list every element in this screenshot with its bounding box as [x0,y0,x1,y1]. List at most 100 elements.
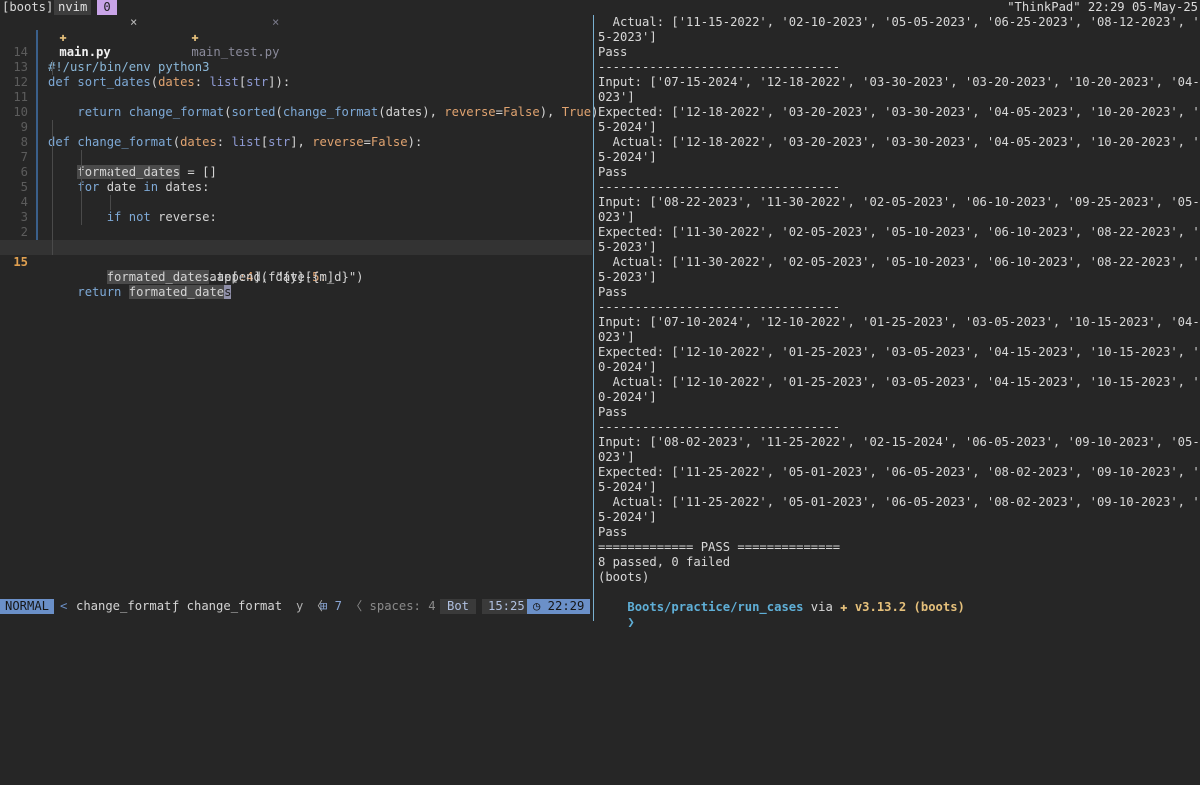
code-line[interactable]: 1 [0,225,592,254]
mode-indicator: NORMAL [0,599,55,614]
code-text: return formated_dates [77,285,232,299]
indent-guide [52,150,53,165]
terminal-output-line: 0-2024'] [598,360,657,374]
code-line[interactable]: 7 for date in dates: [0,135,592,194]
tab-main-py[interactable]: ✚ main.py × [30,15,152,59]
terminal-output-line: --------------------------------- [598,300,841,314]
code-line-current[interactable]: 15 return formated_dates [0,240,592,299]
breadcrumb-symbol[interactable]: ƒ change_format [172,599,282,614]
tmux-window-number[interactable]: 0 [97,0,117,15]
terminal-output-line: Expected: ['11-30-2022', '02-05-2023', '… [598,225,1200,239]
terminal-output-line: Actual: ['12-18-2022', '03-20-2023', '03… [598,135,1200,149]
breadcrumb-function[interactable]: change_format [76,599,171,614]
close-icon[interactable]: × [130,15,137,30]
indent-guide [52,180,53,195]
code-line[interactable]: 6 if not reverse: [0,150,592,224]
indent-setting: 〈 spaces: 4 [350,599,436,613]
code-line[interactable]: 10 [0,90,592,119]
tmux-window-tab[interactable]: nvim [54,0,92,15]
symbol-indicator: y 〈 [296,599,323,613]
terminal-output-line: Pass [598,285,628,299]
indent-guide [81,195,82,210]
cursor-position: 15:25 [482,599,531,614]
prompt-path: Boots/practice/run_cases [627,600,804,614]
indent-guide [81,180,82,195]
text-cursor: s [224,285,232,299]
terminal-output-line: Pass [598,405,628,419]
indent-guide [52,135,53,150]
code-line[interactable]: 13 def sort_dates(dates: list[str]): [0,45,592,89]
terminal-output-line: 5-2024'] [598,510,657,524]
code-line[interactable]: 14 #!/usr/bin/env python3 [0,30,592,74]
code-line[interactable]: 12 return change_format(sorted(change_fo… [0,60,598,119]
terminal-output-line: 8 passed, 0 failed [598,555,731,569]
terminal-output-line: Actual: ['11-25-2022', '05-01-2023', '06… [598,495,1200,509]
terminal-output-line: 5-2024'] [598,150,657,164]
indent-guide [81,165,82,180]
prompt-arrow-icon: ❯ [627,615,635,629]
editor-statusline: NORMAL < change_format ƒ change_format y… [0,598,592,615]
indent-guide [110,195,111,210]
breadcrumb-separator: < [60,599,68,613]
terminal-output-line: 023'] [598,330,635,344]
indent-guide [110,165,111,180]
terminal-output-line: 023'] [598,450,635,464]
shell-input-line[interactable]: ❯ [598,600,634,629]
terminal-output-line: Pass [598,165,628,179]
indent-guide [52,240,53,255]
terminal-output-line: Pass [598,525,628,539]
indent-guide [52,225,53,240]
terminal-output-line: Expected: ['12-18-2022', '03-20-2023', '… [598,105,1200,119]
terminal-output-line: --------------------------------- [598,180,841,194]
tmux-session-name: [boots] [2,0,54,14]
code-editor[interactable]: 14 #!/usr/bin/env python3 13 def sort_da… [0,30,598,598]
indent-guide [52,60,53,75]
terminal-output-line: 5-2024'] [598,120,657,134]
editor-tabline: ✚ main.py × ✚ main_test.py × [0,15,592,59]
code-line[interactable]: 3 m_d, y = date[:4], date[5:] [0,195,592,284]
terminal-output-line: Input: ['08-22-2023', '11-30-2022', '02-… [598,195,1200,209]
indent-guide [52,210,53,225]
code-line[interactable]: 2 formated_dates.append(f"{y}-{m_d}") [0,210,592,284]
code-text: formated_dates.append(f"{y}-{m_d}") [106,270,364,284]
terminal-output-line: Actual: ['11-30-2022', '02-05-2023', '05… [598,255,1200,269]
terminal-output-line: Input: ['08-02-2023', '11-25-2022', '02-… [598,435,1200,449]
indent-guide [81,150,82,165]
python-version: ✚ v3.13.2 (boots) [840,600,965,614]
terminal-output-line: ============= PASS ============== [598,540,841,554]
terminal-output-line: Input: ['07-10-2024', '12-10-2022', '01-… [598,315,1200,329]
shell-prompt: Boots/practice/run_cases via ✚ v3.13.2 (… [598,585,965,614]
pane-divider[interactable] [593,15,594,621]
terminal-output-line: Actual: ['12-10-2022', '01-25-2023', '03… [598,375,1200,389]
terminal-output-line: 5-2023'] [598,270,657,284]
clock: ◷ 22:29 [527,599,591,614]
tmux-host-clock: "ThinkPad" 22:29 05-May-25 [1007,0,1198,14]
indent-guide [52,120,53,135]
indent-guide [52,195,53,210]
terminal-output-line: Expected: ['11-25-2022', '05-01-2023', '… [598,465,1200,479]
close-icon[interactable]: × [272,15,279,30]
buffer-number: ⊞ 7 [320,599,343,613]
terminal-pane[interactable]: (boots) 8 passed, 0 failed ============= P… [598,15,1200,629]
code-line[interactable]: 8 formated_dates = [] [0,120,592,179]
code-line[interactable]: 4 else: [0,180,592,254]
tmux-status-bar: [boots] nvim 0 "ThinkPad" 22:29 05-May-2… [0,0,1200,15]
code-line[interactable]: 9 def change_format(dates: list[str], re… [0,105,592,149]
terminal-output-line: Pass [598,45,628,59]
scroll-position: Bot [440,599,477,614]
terminal-output-line: --------------------------------- [598,60,841,74]
tab-main-test-py[interactable]: ✚ main_test.py × [162,15,292,59]
terminal-output-line: (boots) [598,570,650,584]
terminal-output-line: Input: ['07-15-2024', '12-18-2022', '03-… [598,75,1200,89]
terminal-output-line: 5-2023'] [598,30,657,44]
code-line[interactable]: 11 [0,75,592,104]
terminal-output-line: 5-2024'] [598,480,657,494]
indent-guide [52,165,53,180]
code-line[interactable]: 5 m_d, y = date[:5], date[6:] [0,165,592,254]
terminal-output-line: Expected: ['12-10-2022', '01-25-2023', '… [598,345,1200,359]
terminal-output-line: Actual: ['11-15-2022', '02-10-2023', '05… [598,15,1200,29]
prompt-via: via [803,600,841,614]
terminal-output-line: --------------------------------- [598,420,841,434]
terminal-output-line: 023'] [598,90,635,104]
terminal-output-line: 023'] [598,210,635,224]
